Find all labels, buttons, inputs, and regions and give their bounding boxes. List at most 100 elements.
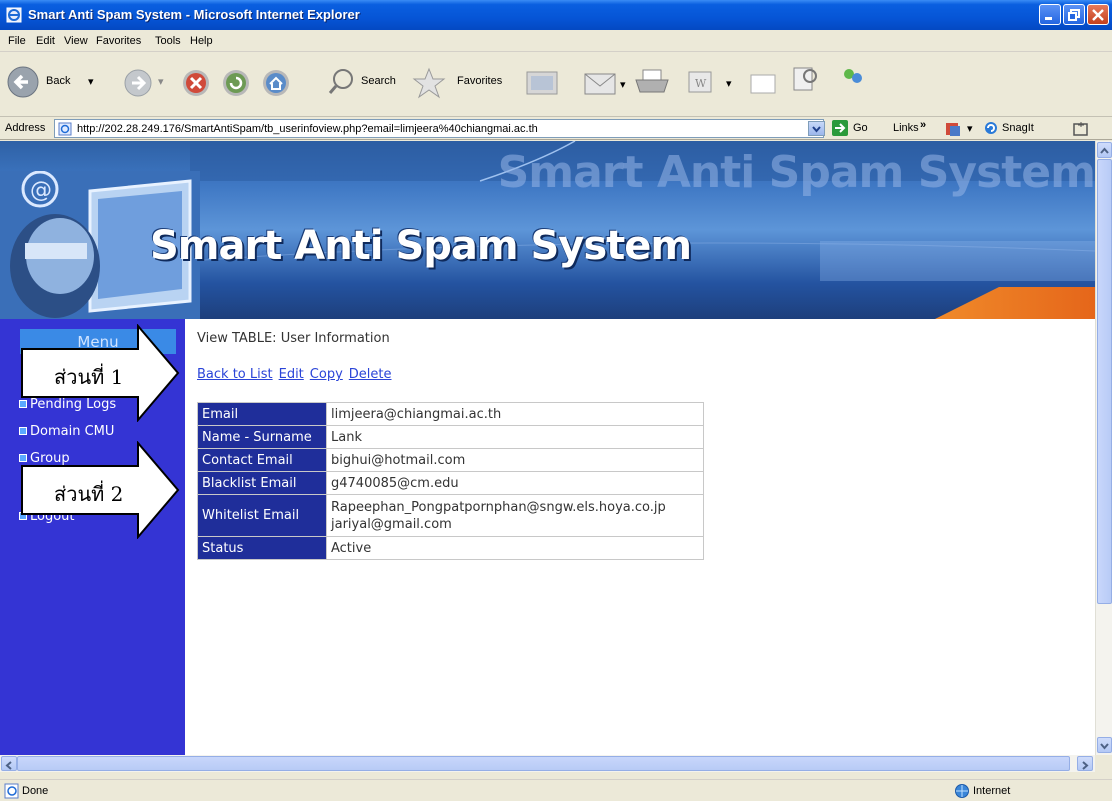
whitelist-email-1: Rapeephan_Pongpatpornphan@sngw.els.hoya.… bbox=[331, 499, 666, 515]
bullet-icon bbox=[19, 427, 27, 435]
search-icon bbox=[328, 69, 353, 94]
security-zone-label: Internet bbox=[973, 785, 1011, 797]
messenger-icon[interactable] bbox=[838, 64, 868, 94]
sidebar-item-label: Domain CMU bbox=[30, 424, 115, 439]
scroll-right-button[interactable] bbox=[1077, 756, 1093, 771]
hscroll-thumb[interactable] bbox=[17, 756, 1070, 771]
field-value: Active bbox=[326, 536, 704, 560]
banner-background-title: Smart Anti Spam System bbox=[497, 147, 1095, 198]
snagit-icon bbox=[985, 122, 997, 134]
address-dropdown-button[interactable] bbox=[808, 121, 825, 136]
delete-link[interactable]: Delete bbox=[349, 367, 392, 382]
minimize-button[interactable] bbox=[1039, 4, 1061, 25]
field-value: limjeera@chiangmai.ac.th bbox=[326, 402, 704, 426]
chevron-down-icon bbox=[1100, 743, 1109, 750]
scroll-up-button[interactable] bbox=[1097, 142, 1112, 158]
scroll-down-button[interactable] bbox=[1097, 737, 1112, 753]
stop-icon[interactable] bbox=[181, 68, 211, 98]
mail-dropdown-icon[interactable]: ▾ bbox=[620, 78, 626, 91]
sidebar-item-domain-cmu[interactable]: Domain CMU bbox=[19, 424, 114, 439]
minimize-icon bbox=[1045, 17, 1052, 20]
chevron-right-double-icon: » bbox=[920, 119, 927, 131]
window-title: Smart Anti Spam System - Microsoft Inter… bbox=[28, 7, 360, 22]
menu-bar: File Edit View Favorites Tools Help bbox=[0, 30, 1112, 52]
chevron-down-icon bbox=[812, 126, 821, 133]
vertical-scrollbar[interactable] bbox=[1095, 141, 1112, 755]
address-input[interactable]: http://202.28.249.176/SmartAntiSpam/tb_u… bbox=[54, 119, 824, 138]
field-value: Lank bbox=[326, 425, 704, 449]
copy-link[interactable]: Copy bbox=[310, 367, 343, 382]
site-banner: @ Smart Anti Spam System Smart Anti Spam… bbox=[0, 141, 1095, 319]
mail-icon[interactable] bbox=[583, 68, 619, 98]
back-to-list-link[interactable]: Back to List bbox=[197, 367, 273, 382]
restore-button[interactable] bbox=[1063, 4, 1085, 25]
back-dropdown-icon[interactable]: ▾ bbox=[88, 75, 94, 88]
ie-logo-icon bbox=[6, 7, 22, 23]
research-icon[interactable] bbox=[790, 64, 820, 94]
forward-dropdown-icon[interactable]: ▾ bbox=[158, 75, 164, 88]
snagit-label: SnagIt bbox=[1002, 122, 1034, 134]
go-arrow-icon bbox=[832, 120, 848, 136]
translate-icon[interactable] bbox=[944, 121, 964, 137]
table-row: Contact Email bighui@hotmail.com bbox=[197, 448, 704, 472]
back-label: Back bbox=[46, 75, 71, 87]
field-value: g4740085@cm.edu bbox=[326, 471, 704, 495]
banner-title: Smart Anti Spam System bbox=[150, 223, 692, 269]
horizontal-scrollbar[interactable] bbox=[0, 755, 1095, 772]
menu-edit[interactable]: Edit bbox=[36, 35, 55, 47]
table-row: Whitelist Email Rapeephan_Pongpatpornpha… bbox=[197, 494, 704, 537]
callout-label-2: ส่วนที่ 2 bbox=[54, 482, 124, 506]
forward-arrow-icon[interactable] bbox=[123, 68, 153, 98]
search-label: Search bbox=[361, 75, 396, 87]
search-button[interactable]: Search bbox=[328, 67, 410, 101]
field-label: Whitelist Email bbox=[197, 494, 327, 537]
menu-help[interactable]: Help bbox=[190, 35, 213, 47]
menu-view[interactable]: View bbox=[64, 35, 88, 47]
snagit-capture-icon[interactable] bbox=[1072, 121, 1090, 137]
status-bar: Done Internet bbox=[0, 779, 1112, 801]
menu-tools[interactable]: Tools bbox=[155, 35, 181, 47]
links-button[interactable]: Links » bbox=[893, 119, 937, 137]
refresh-icon[interactable] bbox=[221, 68, 251, 98]
home-icon[interactable] bbox=[261, 68, 291, 98]
action-links: Back to List Edit Copy Delete bbox=[197, 367, 398, 382]
browser-window: Smart Anti Spam System - Microsoft Inter… bbox=[0, 0, 1112, 801]
callout-label-1: ส่วนที่ 1 bbox=[54, 365, 124, 389]
address-bar: Address http://202.28.249.176/SmartAntiS… bbox=[0, 117, 1112, 140]
print-icon[interactable] bbox=[634, 68, 670, 98]
svg-text:W: W bbox=[695, 77, 707, 90]
title-bar[interactable]: Smart Anti Spam System - Microsoft Inter… bbox=[0, 0, 1112, 30]
page-icon bbox=[58, 122, 72, 136]
translate-dropdown-icon[interactable]: ▾ bbox=[967, 122, 973, 135]
table-row: Blacklist Email g4740085@cm.edu bbox=[197, 471, 704, 495]
field-label: Contact Email bbox=[197, 448, 327, 472]
discuss-icon[interactable] bbox=[748, 71, 778, 99]
media-icon[interactable] bbox=[525, 70, 559, 98]
edit-link[interactable]: Edit bbox=[279, 367, 304, 382]
menu-favorites[interactable]: Favorites bbox=[96, 35, 141, 47]
field-label: Name - Surname bbox=[197, 425, 327, 449]
links-label: Links bbox=[893, 122, 919, 134]
close-icon bbox=[1092, 9, 1104, 21]
edit-dropdown-icon[interactable]: ▾ bbox=[726, 77, 732, 90]
chevron-left-icon bbox=[5, 761, 12, 770]
status-text: Done bbox=[22, 785, 49, 797]
chevron-up-icon bbox=[1100, 147, 1109, 154]
url-text: http://202.28.249.176/SmartAntiSpam/tb_u… bbox=[77, 123, 538, 135]
back-button[interactable]: Back ▾ bbox=[6, 65, 116, 101]
internet-zone-icon bbox=[955, 784, 969, 798]
go-button[interactable]: Go bbox=[832, 120, 876, 137]
snagit-button[interactable]: SnagIt bbox=[983, 120, 1053, 137]
page-viewport: @ Smart Anti Spam System Smart Anti Spam… bbox=[0, 141, 1095, 755]
user-info-table: Email limjeera@chiangmai.ac.th Name - Su… bbox=[197, 402, 704, 560]
chevron-right-icon bbox=[1082, 761, 1089, 770]
edit-word-icon[interactable]: W bbox=[686, 69, 714, 97]
field-value: bighui@hotmail.com bbox=[326, 448, 704, 472]
scroll-left-button[interactable] bbox=[1, 756, 17, 771]
table-row: Name - Surname Lank bbox=[197, 425, 704, 449]
scroll-thumb[interactable] bbox=[1097, 159, 1112, 604]
table-row: Email limjeera@chiangmai.ac.th bbox=[197, 402, 704, 426]
close-button[interactable] bbox=[1087, 4, 1109, 25]
menu-file[interactable]: File bbox=[8, 35, 26, 47]
favorites-button[interactable]: Favorites bbox=[412, 67, 512, 101]
